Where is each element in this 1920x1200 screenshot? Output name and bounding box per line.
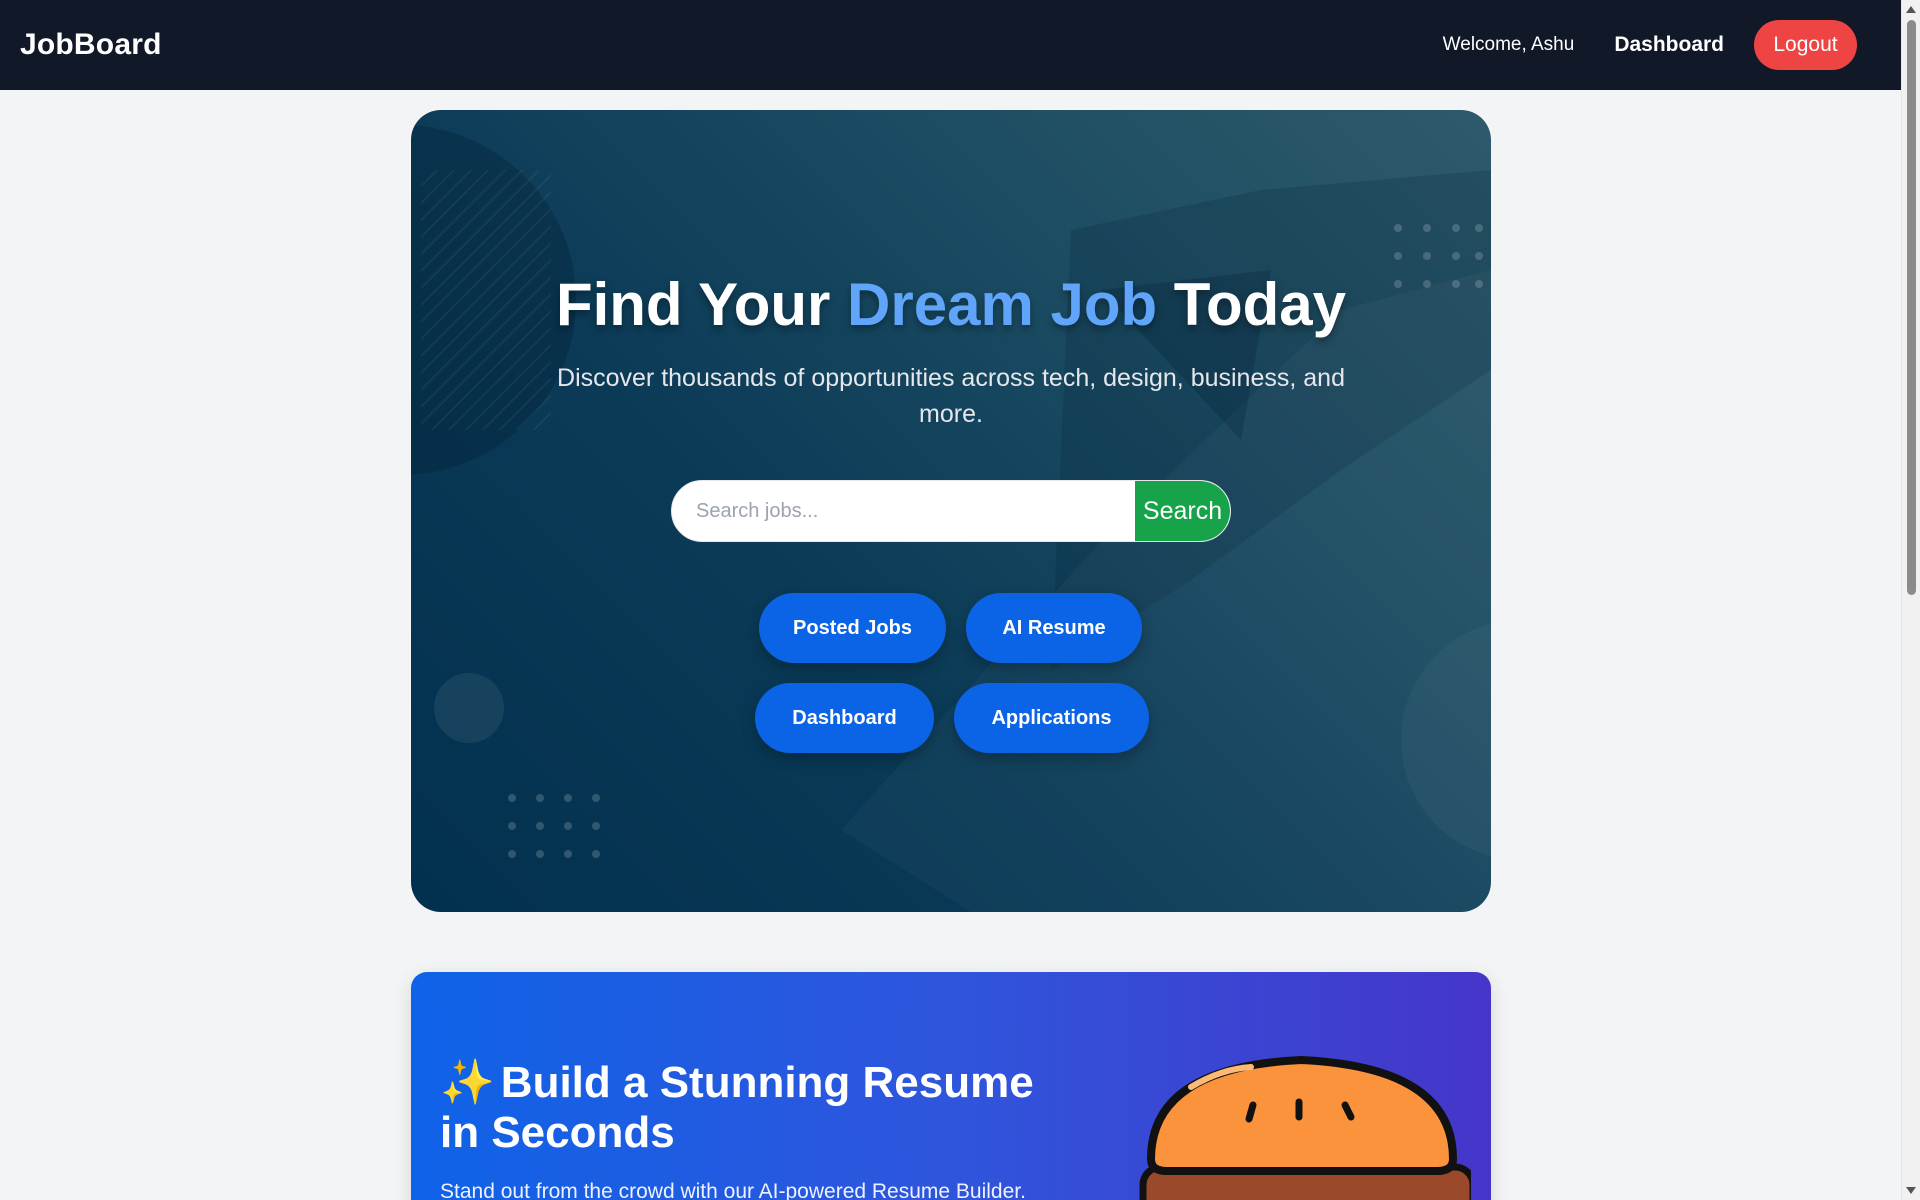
hero-title-start: Find Your — [555, 271, 848, 338]
logout-button[interactable]: Logout — [1754, 20, 1857, 70]
job-search-bar: Search — [671, 480, 1231, 542]
nav-right: Welcome, Ashu Dashboard Logout — [1443, 20, 1881, 70]
scroll-up-arrow-icon[interactable] — [1906, 6, 1916, 13]
resume-builder-banner: ✨ Build a Stunning Resume in Seconds Stan… — [411, 972, 1491, 1200]
hero-section: Find Your Dream Job Today Discover thous… — [411, 110, 1491, 912]
scroll-down-arrow-icon[interactable] — [1906, 1187, 1916, 1194]
ai-resume-button[interactable]: AI Resume — [966, 593, 1142, 663]
applications-button[interactable]: Applications — [954, 683, 1149, 753]
top-navbar: JobBoard Welcome, Ashu Dashboard Logout — [0, 0, 1901, 90]
nav-dashboard-link[interactable]: Dashboard — [1614, 33, 1724, 57]
scroll-thumb[interactable] — [1907, 20, 1916, 595]
hero-subtitle: Discover thousands of opportunities acro… — [557, 364, 1345, 428]
brand-logo[interactable]: JobBoard — [20, 28, 162, 62]
hero-title: Find Your Dream Job Today — [411, 270, 1491, 339]
sparkles-icon: ✨ — [440, 1058, 495, 1107]
search-button[interactable]: Search — [1135, 481, 1230, 541]
burger-illustration — [1139, 1056, 1471, 1200]
banner-title-text: Build a Stunning Resume in Seconds — [440, 1058, 1034, 1157]
hero-dashboard-button[interactable]: Dashboard — [755, 683, 934, 753]
page-scrollbar[interactable] — [1901, 0, 1920, 1200]
hero-title-accent: Dream Job — [847, 271, 1158, 338]
welcome-text: Welcome, Ashu — [1442, 34, 1575, 55]
hero-title-end: Today — [1157, 271, 1347, 338]
posted-jobs-button[interactable]: Posted Jobs — [759, 593, 946, 663]
job-search-input[interactable] — [672, 481, 1135, 541]
banner-description: Stand out from the crowd with our AI-pow… — [440, 1180, 1026, 1200]
banner-title: ✨ Build a Stunning Resume in Seconds — [440, 1058, 1060, 1158]
